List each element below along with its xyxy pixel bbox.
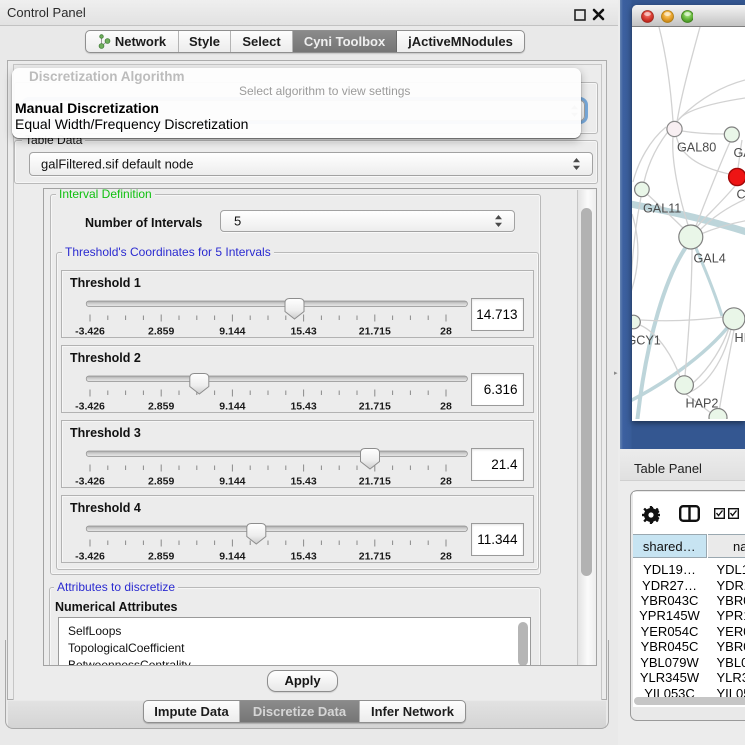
svg-text:15.43: 15.43 bbox=[290, 551, 316, 563]
svg-text:15.43: 15.43 bbox=[290, 401, 316, 413]
svg-text:15.43: 15.43 bbox=[290, 326, 316, 338]
svg-text:-3.426: -3.426 bbox=[75, 401, 105, 413]
svg-text:28: 28 bbox=[440, 476, 452, 488]
svg-text:9.144: 9.144 bbox=[219, 401, 245, 413]
svg-text:2.859: 2.859 bbox=[148, 401, 174, 413]
svg-text:2.859: 2.859 bbox=[148, 476, 174, 488]
svg-text:GAL80: GAL80 bbox=[677, 141, 716, 155]
svg-text:HAP2: HAP2 bbox=[686, 397, 719, 411]
svg-text:21.715: 21.715 bbox=[359, 401, 391, 413]
svg-text:28: 28 bbox=[440, 551, 452, 563]
svg-text:15.43: 15.43 bbox=[290, 476, 316, 488]
svg-text:9.144: 9.144 bbox=[219, 326, 245, 338]
svg-text:2.859: 2.859 bbox=[148, 326, 174, 338]
svg-text:9.144: 9.144 bbox=[219, 476, 245, 488]
svg-text:9.144: 9.144 bbox=[219, 551, 245, 563]
svg-text:-3.426: -3.426 bbox=[75, 551, 105, 563]
svg-text:GAL4: GAL4 bbox=[694, 252, 726, 266]
svg-text:-3.426: -3.426 bbox=[75, 476, 105, 488]
svg-text:GAL11: GAL11 bbox=[643, 202, 681, 216]
svg-text:-3.426: -3.426 bbox=[75, 326, 105, 338]
svg-text:C: C bbox=[737, 188, 745, 202]
svg-text:28: 28 bbox=[440, 326, 452, 338]
svg-text:2.859: 2.859 bbox=[148, 551, 174, 563]
svg-text:21.715: 21.715 bbox=[359, 551, 391, 563]
svg-text:HI: HI bbox=[735, 331, 745, 345]
svg-text:28: 28 bbox=[440, 401, 452, 413]
svg-text:21.715: 21.715 bbox=[359, 326, 391, 338]
svg-text:GCY1: GCY1 bbox=[632, 334, 661, 348]
svg-text:21.715: 21.715 bbox=[359, 476, 391, 488]
svg-text:GA: GA bbox=[734, 146, 745, 160]
